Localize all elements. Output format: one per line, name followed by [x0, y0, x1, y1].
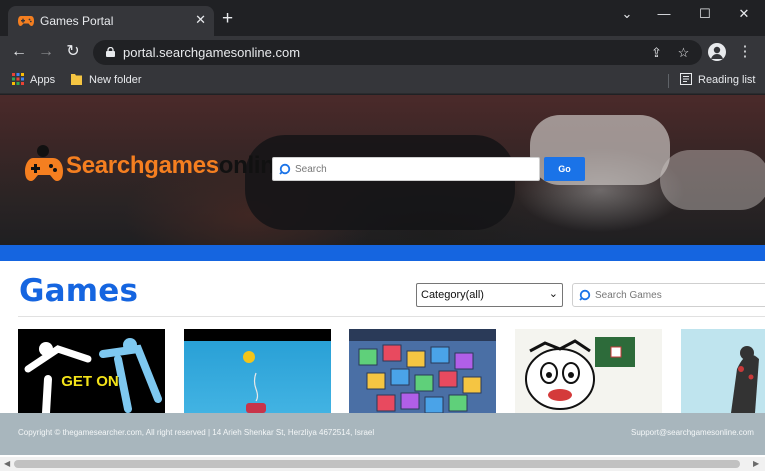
profile-avatar-icon[interactable] [708, 43, 726, 61]
gamepad-logo-icon [25, 145, 63, 181]
back-arrow-icon[interactable]: ← [8, 41, 30, 63]
section-title: Games [19, 273, 139, 309]
hero-controller-shape [245, 135, 515, 230]
apps-grid-icon [12, 73, 24, 85]
bookmark-star-icon[interactable]: ☆ [675, 44, 692, 61]
browser-tab[interactable]: Games Portal ✕ [8, 6, 214, 36]
page-footer: Copyright © thegamesearcher.com, All rig… [0, 413, 765, 455]
bookmark-new-folder[interactable]: New folder [71, 73, 142, 88]
minimize-icon[interactable]: — [649, 4, 679, 24]
scrollbar-thumb[interactable] [14, 460, 740, 468]
go-button[interactable]: Go [544, 157, 585, 181]
chevron-down-icon: ⌄ [548, 288, 558, 300]
tab-close-icon[interactable]: ✕ [195, 12, 206, 28]
search-icon [279, 163, 291, 175]
game-thumbnail-caption: GET ON [61, 373, 119, 390]
game-thumbnail-art [349, 341, 496, 413]
game-thumbnail[interactable] [349, 329, 496, 413]
reading-list-icon [680, 73, 692, 85]
game-thumbnail[interactable] [515, 329, 662, 413]
bookmark-apps[interactable]: Apps [12, 73, 55, 88]
reading-list-button[interactable]: Reading list [680, 73, 755, 88]
gamepad-favicon-icon [18, 16, 34, 26]
bookmarks-bar: Apps New folder Reading list [0, 68, 765, 94]
hero-banner: Searchgamesonline Go [0, 95, 765, 245]
share-icon[interactable]: ⇪ [648, 44, 665, 61]
browser-titlebar: Games Portal ✕ + ⌄ — ☐ ✕ [0, 0, 765, 36]
category-select[interactable]: Category(all) ⌄ [416, 283, 563, 307]
logo-text-part1: Searchgames [66, 152, 219, 179]
bookmark-apps-label: Apps [30, 74, 56, 86]
game-thumbnail[interactable] [184, 329, 331, 413]
search-icon [579, 289, 591, 301]
game-thumbnail[interactable] [681, 329, 765, 413]
footer-copyright: Copyright © thegamesearcher.com, All rig… [18, 428, 375, 437]
category-select-value: Category(all) [421, 289, 484, 301]
new-tab-button[interactable]: + [222, 9, 233, 28]
lock-icon [106, 47, 115, 57]
horizontal-scrollbar[interactable]: ◀ ▶ [0, 457, 765, 471]
reading-list-label: Reading list [698, 74, 756, 86]
footer-support-link[interactable]: Support@searchgamesonline.com [631, 428, 754, 437]
game-thumbnail-art [24, 338, 162, 413]
url-text[interactable]: portal.searchgamesonline.com [123, 45, 300, 60]
tab-title: Games Portal [40, 14, 114, 28]
hero-hand-shape-2 [660, 150, 765, 210]
games-search-input[interactable] [595, 287, 765, 303]
window-close-icon[interactable]: ✕ [729, 4, 759, 24]
game-thumbnail-art [681, 329, 765, 413]
hero-search-box [272, 157, 540, 181]
games-search-box [572, 283, 765, 307]
site-logo-text: Searchgamesonline [66, 152, 288, 180]
folder-icon [71, 74, 82, 85]
game-thumbnail-art [515, 329, 662, 413]
bookmarks-separator [668, 74, 669, 88]
section-divider [18, 316, 765, 317]
reload-icon[interactable]: ↻ [62, 41, 84, 63]
maximize-icon[interactable]: ☐ [690, 4, 720, 24]
address-bar[interactable]: portal.searchgamesonline.com ⇪ ☆ [93, 40, 702, 65]
forward-arrow-icon[interactable]: → [35, 41, 57, 63]
game-thumbnail[interactable]: GET ON [18, 329, 165, 413]
game-thumbnail-art [243, 351, 266, 413]
browser-toolbar: ← → ↻ portal.searchgamesonline.com ⇪ ☆ ⋮ [0, 36, 765, 68]
page-viewport: Searchgamesonline Go Games Category(all)… [0, 95, 765, 471]
tab-search-chevron-icon[interactable]: ⌄ [612, 4, 642, 24]
scroll-left-icon[interactable]: ◀ [4, 459, 10, 468]
scroll-right-icon[interactable]: ▶ [753, 459, 759, 468]
accent-band [0, 245, 765, 261]
browser-menu-icon[interactable]: ⋮ [736, 42, 754, 62]
bookmark-new-folder-label: New folder [89, 74, 142, 86]
hero-search-input[interactable] [295, 160, 535, 178]
